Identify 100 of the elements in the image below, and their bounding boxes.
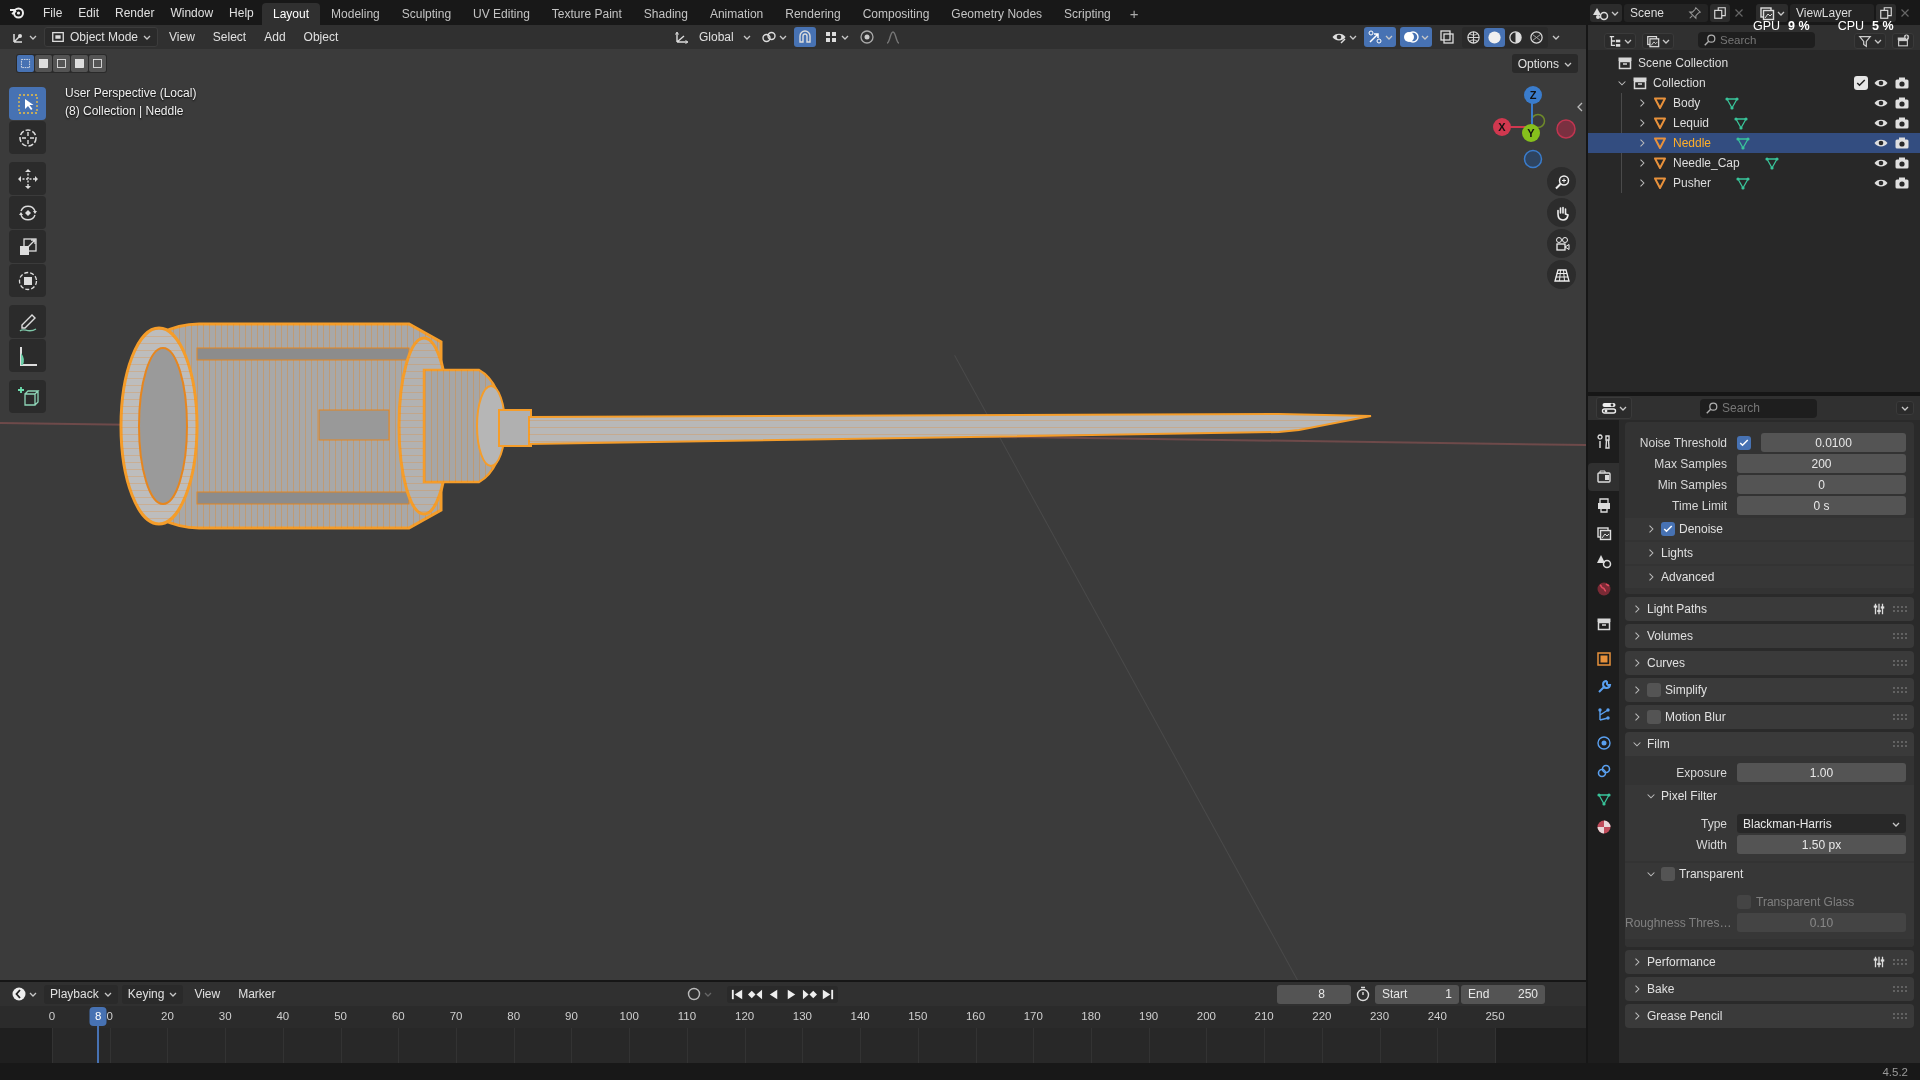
filter-layer-button[interactable] xyxy=(1642,33,1674,49)
subpanel-header[interactable]: Advanced xyxy=(1625,566,1914,588)
select-mode-button[interactable] xyxy=(89,55,106,72)
tool-button[interactable] xyxy=(9,380,46,413)
magnet-button[interactable] xyxy=(793,27,816,47)
mode-dropdown[interactable]: Object Mode xyxy=(44,27,159,47)
outliner-row[interactable]: Needle_Cap xyxy=(1588,153,1920,173)
select-mode-button[interactable] xyxy=(53,55,70,72)
overlay-button[interactable] xyxy=(1400,27,1432,47)
scene-button[interactable] xyxy=(1590,3,1622,22)
panel-header[interactable]: Bake xyxy=(1625,977,1914,1001)
copy-button[interactable] xyxy=(1876,3,1896,22)
y-axis-handle[interactable]: Y xyxy=(1522,124,1540,142)
gizmo-button[interactable] xyxy=(1364,27,1396,47)
new-collection-button[interactable] xyxy=(1892,33,1914,49)
number-field[interactable]: 200 xyxy=(1737,454,1906,473)
tool-button[interactable] xyxy=(9,87,46,120)
display-mode-button[interactable] xyxy=(1604,33,1636,49)
projection-button[interactable] xyxy=(1547,260,1576,289)
negative-z-handle[interactable] xyxy=(1523,149,1543,169)
editor-type-button[interactable] xyxy=(1596,397,1632,419)
sliders-icon[interactable] xyxy=(1872,602,1886,616)
menu-item[interactable]: Marker xyxy=(231,987,283,1001)
tool-button[interactable] xyxy=(9,162,46,195)
sidebar-toggle-icon[interactable] xyxy=(1576,101,1584,113)
checkbox[interactable] xyxy=(1661,522,1675,536)
select-mode-button[interactable] xyxy=(71,55,88,72)
outliner-row[interactable]: Neddle xyxy=(1588,133,1920,153)
solid-shading-button[interactable] xyxy=(1484,27,1505,47)
camera-icon[interactable] xyxy=(1894,95,1910,111)
outliner-row[interactable]: Body xyxy=(1588,93,1920,113)
add-workspace-button[interactable]: + xyxy=(1121,3,1147,25)
outliner-row[interactable]: Pusher xyxy=(1588,173,1920,193)
menu-item[interactable]: View xyxy=(187,987,228,1001)
number-field[interactable]: 1.50 px xyxy=(1737,835,1906,854)
camera-view-button[interactable] xyxy=(1547,229,1576,258)
scene-name-field[interactable]: Scene xyxy=(1624,3,1708,22)
panel-header[interactable]: Motion Blur xyxy=(1625,705,1914,729)
workspace-tab[interactable]: Texture Paint xyxy=(540,3,633,25)
tool-button[interactable] xyxy=(9,196,46,229)
subpanel-header[interactable]: Lights xyxy=(1625,542,1914,564)
panel-header[interactable]: Film xyxy=(1625,732,1914,756)
menu-item[interactable]: Window xyxy=(162,5,222,20)
pan-button[interactable] xyxy=(1547,198,1576,227)
camera-icon[interactable] xyxy=(1894,155,1910,171)
tool-button[interactable] xyxy=(9,305,46,338)
tool-button[interactable] xyxy=(9,121,46,154)
menu-item[interactable]: Edit xyxy=(70,5,108,20)
view-layer-button[interactable] xyxy=(1756,3,1788,22)
options-dropdown[interactable]: Options xyxy=(1511,54,1578,73)
current-frame-field[interactable]: 8 xyxy=(1277,984,1351,1004)
select-mode-button[interactable] xyxy=(17,55,34,72)
copy-button[interactable] xyxy=(1710,3,1730,22)
camera-icon[interactable] xyxy=(1894,115,1910,131)
pin-icon[interactable] xyxy=(1688,5,1702,20)
menu-item[interactable]: Render xyxy=(107,5,163,20)
menu-dropdown[interactable]: Playback xyxy=(44,984,118,1004)
menu-item[interactable]: File xyxy=(35,5,71,20)
negative-x-handle[interactable] xyxy=(1556,119,1576,139)
workspace-tab[interactable]: Layout xyxy=(262,3,321,25)
workspace-tab[interactable]: Modeling xyxy=(320,3,391,25)
workspace-tab[interactable]: Sculpting xyxy=(390,3,463,25)
orientation-dropdown[interactable]: Global xyxy=(671,27,754,47)
checkbox[interactable] xyxy=(1737,435,1751,450)
menu-item[interactable]: View xyxy=(162,30,202,44)
search-field[interactable]: Search xyxy=(1700,398,1817,418)
menu-item[interactable]: Add xyxy=(257,30,293,44)
tool-button[interactable] xyxy=(9,339,46,372)
menu-item[interactable]: Object xyxy=(296,30,346,44)
mesh-data-icon[interactable] xyxy=(1735,135,1752,151)
menu-item[interactable]: Select xyxy=(205,30,254,44)
menu-item[interactable]: Help xyxy=(221,5,262,20)
zoom-button[interactable] xyxy=(1547,167,1576,196)
checkbox[interactable] xyxy=(1647,710,1661,724)
menu-dropdown[interactable]: Keying xyxy=(121,984,184,1004)
mesh-data-icon[interactable] xyxy=(1763,155,1780,171)
end-frame-field[interactable]: End 250 xyxy=(1461,984,1545,1004)
subpanel-header[interactable]: Denoise xyxy=(1625,518,1914,540)
outliner-row[interactable]: Lequid xyxy=(1588,113,1920,133)
panel-header[interactable]: Grease Pencil xyxy=(1625,1004,1914,1028)
number-field[interactable]: 0 xyxy=(1737,475,1906,494)
workspace-tab[interactable]: Shading xyxy=(632,3,699,25)
number-field[interactable]: 1.00 xyxy=(1737,763,1906,782)
search-field[interactable]: Search xyxy=(1698,32,1815,48)
panel-header[interactable]: Simplify xyxy=(1625,678,1914,702)
workspace-tab[interactable]: UV Editing xyxy=(462,3,541,25)
checkbox[interactable] xyxy=(1661,867,1675,881)
stopwatch-icon[interactable] xyxy=(1355,986,1371,1002)
panel-header[interactable]: Performance xyxy=(1625,950,1914,974)
options-button[interactable] xyxy=(1896,401,1914,415)
camera-icon[interactable] xyxy=(1894,135,1910,151)
workspace-tab[interactable]: Geometry Nodes xyxy=(940,3,1054,25)
camera-icon[interactable] xyxy=(1894,175,1910,191)
workspace-tab[interactable]: Rendering xyxy=(774,3,852,25)
workspace-tab[interactable]: Scripting xyxy=(1053,3,1122,25)
panel-header[interactable]: Volumes xyxy=(1625,624,1914,648)
panel-header[interactable]: Curves xyxy=(1625,651,1914,675)
camera-icon[interactable] xyxy=(1894,75,1910,91)
sliders-icon[interactable] xyxy=(1872,955,1886,969)
playhead-handle[interactable]: 8 xyxy=(89,1007,107,1026)
